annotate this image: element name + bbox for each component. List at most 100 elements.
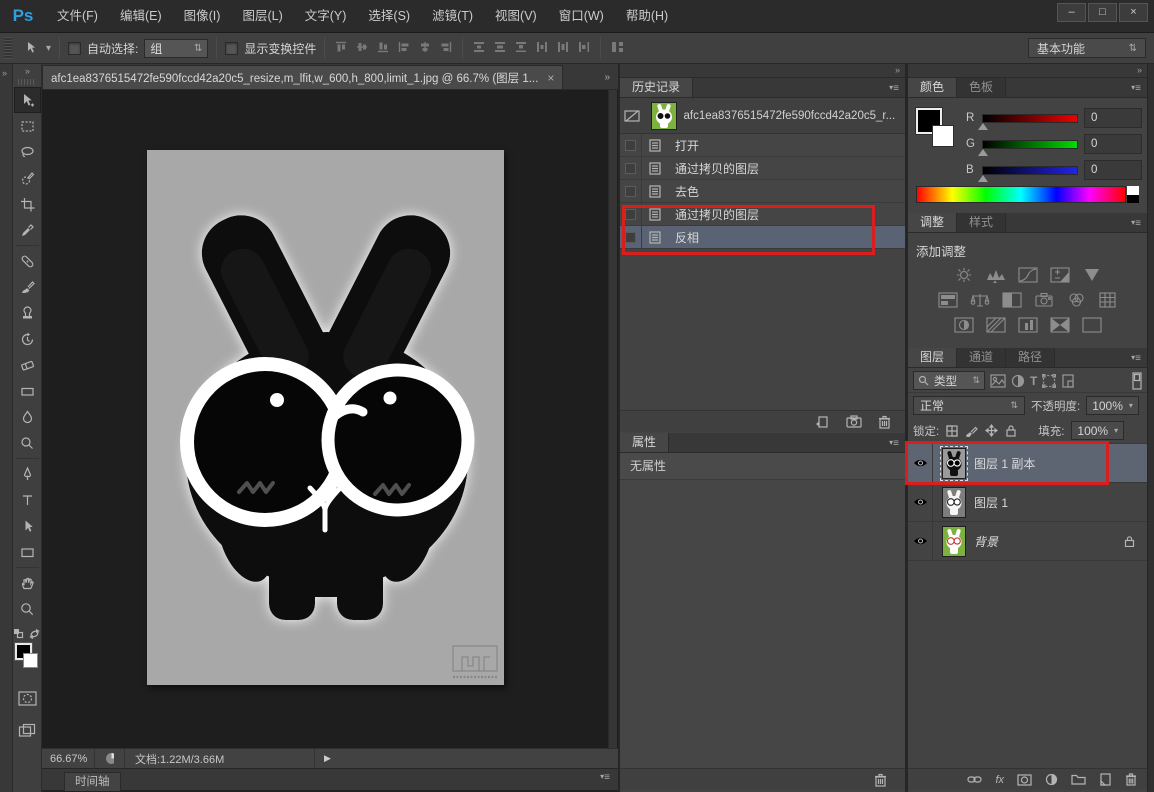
new-snapshot-icon[interactable] [846, 415, 862, 428]
tab-channels[interactable]: 通道 [957, 348, 1006, 367]
red-value-field[interactable]: 0 [1084, 108, 1142, 128]
tab-properties[interactable]: 属性 [620, 433, 669, 452]
quick-mask-button[interactable] [14, 685, 41, 711]
canvas[interactable] [147, 150, 504, 685]
layer-thumbnail[interactable] [942, 448, 966, 479]
history-brush-tool[interactable] [14, 326, 41, 352]
delete-layer-icon[interactable] [1125, 773, 1137, 786]
preset-dropdown-arrow[interactable]: ▾ [46, 43, 51, 54]
black-white-icon[interactable] [1000, 291, 1023, 308]
lock-pixels-icon[interactable] [965, 425, 978, 437]
close-button[interactable]: × [1119, 3, 1148, 22]
history-step-invert[interactable]: 反相 [620, 226, 905, 249]
auto-select-checkbox[interactable] [68, 42, 81, 55]
distribute-right-edges-icon[interactable] [577, 40, 591, 57]
brightness-contrast-icon[interactable] [952, 266, 975, 283]
path-selection-tool[interactable] [14, 513, 41, 539]
filter-adjustment-layers-icon[interactable] [1011, 374, 1025, 388]
layer-style-icon[interactable]: fx [995, 774, 1004, 786]
visibility-toggle[interactable] [908, 444, 933, 482]
history-snapshot-row[interactable]: afc1ea8376515472fe590fccd42a20c5_r... [620, 98, 905, 134]
menu-edit[interactable]: 编辑(E) [109, 0, 173, 32]
zoom-level-field[interactable]: 66.67% [42, 753, 94, 765]
exposure-icon[interactable] [1048, 266, 1071, 283]
color-balance-icon[interactable] [968, 291, 991, 308]
eyedropper-tool[interactable] [14, 217, 41, 243]
minimize-button[interactable]: – [1057, 3, 1086, 22]
align-bottom-edges-icon[interactable] [376, 40, 390, 57]
tab-color[interactable]: 颜色 [908, 78, 957, 97]
status-menu-arrow-icon[interactable]: ▶ [314, 749, 340, 768]
menu-window[interactable]: 窗口(W) [548, 0, 615, 32]
adjustments-menu-icon[interactable]: ▾≡ [1131, 218, 1141, 229]
auto-align-layers-icon[interactable] [610, 40, 626, 57]
tab-swatches[interactable]: 色板 [957, 78, 1006, 97]
lock-all-icon[interactable] [1005, 424, 1017, 437]
eraser-tool[interactable] [14, 352, 41, 378]
channel-mixer-icon[interactable] [1064, 291, 1087, 308]
lasso-tool[interactable] [14, 139, 41, 165]
swap-colors-icon[interactable] [29, 628, 41, 639]
history-step-layer-via-copy[interactable]: 通过拷贝的图层 [620, 157, 905, 180]
layer-row-layer1[interactable]: 图层 1 [908, 483, 1147, 522]
add-layer-mask-icon[interactable] [1017, 774, 1032, 786]
vertical-scrollbar[interactable] [608, 90, 617, 748]
history-brush-source-icon[interactable] [624, 109, 644, 123]
blend-mode-dropdown[interactable]: 正常 ⇅ [913, 396, 1025, 415]
collapse-right-dock-icon[interactable]: » [908, 64, 1147, 78]
maximize-button[interactable]: □ [1088, 3, 1117, 22]
gradient-map-icon[interactable] [1048, 316, 1071, 333]
auto-select-dropdown[interactable]: 组 ⇅ [144, 39, 208, 58]
delete-properties-icon[interactable] [874, 773, 887, 787]
document-tab[interactable]: afc1ea8376515472fe590fccd42a20c5_resize,… [42, 65, 563, 89]
shape-tool[interactable] [14, 539, 41, 565]
new-adjustment-layer-icon[interactable] [1045, 773, 1058, 786]
new-document-from-state-icon[interactable] [815, 415, 830, 429]
layer-name[interactable]: 图层 1 副本 [974, 455, 1035, 472]
blur-tool[interactable] [14, 404, 41, 430]
distribute-left-edges-icon[interactable] [535, 40, 549, 57]
history-source-checkbox[interactable] [625, 163, 636, 174]
color-menu-icon[interactable]: ▾≡ [1131, 83, 1141, 94]
filter-toggle-switch[interactable] [1132, 372, 1142, 390]
history-menu-icon[interactable]: ▾≡ [889, 83, 899, 94]
layer-name[interactable]: 图层 1 [974, 494, 1008, 511]
blue-slider[interactable] [982, 166, 1078, 175]
filter-type-layers-icon[interactable]: T [1030, 374, 1037, 388]
new-layer-icon[interactable] [1099, 773, 1112, 786]
filter-pixel-layers-icon[interactable] [990, 374, 1006, 388]
brush-tool[interactable] [14, 274, 41, 300]
history-step-layer-via-copy-2[interactable]: 通过拷贝的图层 [620, 203, 905, 226]
menu-file[interactable]: 文件(F) [46, 0, 109, 32]
opacity-dropdown[interactable]: 100% ▾ [1086, 396, 1139, 415]
collapse-toolbox-icon[interactable]: » [25, 66, 29, 76]
tab-layers[interactable]: 图层 [908, 348, 957, 367]
type-tool[interactable] [14, 487, 41, 513]
menu-filter[interactable]: 滤镜(T) [421, 0, 484, 32]
hue-saturation-icon[interactable] [936, 291, 959, 308]
hand-tool[interactable] [14, 570, 41, 596]
history-source-checkbox[interactable] [625, 209, 636, 220]
history-source-checkbox[interactable] [625, 232, 636, 243]
gradient-tool[interactable] [14, 378, 41, 404]
timeline-menu-icon[interactable]: ▾≡ [600, 772, 610, 783]
green-value-field[interactable]: 0 [1084, 134, 1142, 154]
show-transform-checkbox[interactable] [225, 42, 238, 55]
screen-mode-button[interactable] [14, 717, 41, 743]
menu-type[interactable]: 文字(Y) [294, 0, 358, 32]
layer-thumbnail[interactable] [942, 526, 966, 557]
layers-menu-icon[interactable]: ▾≡ [1131, 353, 1141, 364]
move-tool-preset-icon[interactable] [24, 40, 40, 56]
lock-transparency-icon[interactable] [946, 425, 958, 437]
visibility-toggle[interactable] [908, 522, 933, 560]
history-step-open[interactable]: 打开 [620, 134, 905, 157]
tab-overflow-icon[interactable]: » [596, 72, 618, 89]
pen-tool[interactable] [14, 461, 41, 487]
fill-dropdown[interactable]: 100% ▾ [1071, 421, 1124, 440]
quick-selection-tool[interactable] [14, 165, 41, 191]
selective-color-icon[interactable] [1080, 316, 1103, 333]
healing-brush-tool[interactable] [14, 248, 41, 274]
link-layers-icon[interactable] [967, 775, 982, 784]
align-right-edges-icon[interactable] [439, 40, 453, 57]
dodge-tool[interactable] [14, 430, 41, 456]
